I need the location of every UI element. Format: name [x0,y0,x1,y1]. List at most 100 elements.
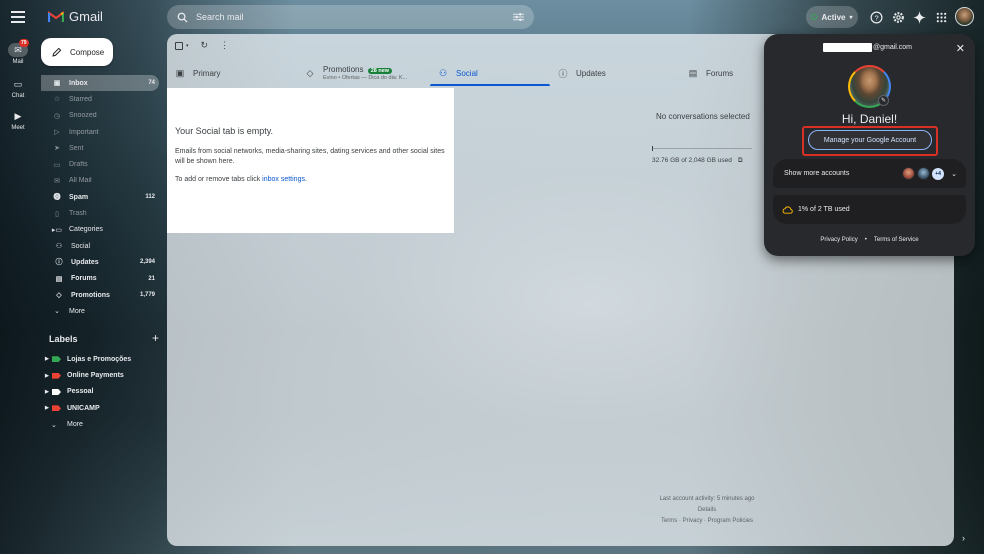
terms-link[interactable]: Terms [661,518,677,524]
help-icon[interactable]: ? [868,9,884,25]
sidebar-item-snoozed[interactable]: ◷ Snoozed [41,108,159,124]
sidebar-item-label: Forums [71,275,97,283]
label-item-unicamp[interactable]: ▶ UNICAMP [41,400,159,416]
expand-arrow-icon[interactable]: ▶ [45,373,52,379]
edit-photo-icon[interactable]: ✎ [878,95,889,106]
rail-chat[interactable]: ▭ Chat [0,77,36,100]
sidebar-item-label: Snoozed [69,112,97,120]
privacy-policy-link[interactable]: Privacy Policy [820,237,857,243]
tab-primary[interactable]: ▣ Primary [167,60,297,86]
sidebar-item-label: Promotions [71,291,110,299]
privacy-link[interactable]: Privacy [683,518,703,524]
main-menu-icon[interactable] [11,11,25,23]
labels-more-label: More [67,421,83,429]
sidebar-item-label: All Mail [69,177,92,185]
account-popup: @gmail.com ✕ ✎ Hi, Daniel! Manage your G… [764,34,975,256]
account-avatar [917,167,931,180]
separator-dot: • [864,237,867,243]
label-item-pessoal[interactable]: ▶ Pessoal [41,384,159,400]
sidebar-item-label: Updates [71,258,99,266]
settings-gear-icon[interactable] [890,9,906,25]
rail-meet-label: Meet [11,125,25,131]
draft-icon: ▭ [53,161,61,169]
sidebar-item-important[interactable]: ▷ Important [41,124,159,140]
status-selector[interactable]: Active ▾ [806,6,858,28]
rail-mail[interactable]: ✉ 79 Mail [0,39,36,65]
sidebar-item-promotions[interactable]: ◇ Promotions 1,779 [41,287,159,303]
tab-updates[interactable]: ⓘ Updates [550,60,680,86]
label-item-online-payments[interactable]: ▶ Online Payments [41,367,159,383]
compose-button[interactable]: Compose [41,38,113,66]
hint-text: To add or remove tabs click [175,176,263,183]
category-icon: ▸▭ [51,226,63,234]
inbox-icon: ▣ [53,80,61,88]
expand-arrow-icon[interactable]: ▶ [45,356,52,362]
manage-account-button[interactable]: Manage your Google Account [808,130,932,150]
more-vert-icon[interactable]: ⋮ [220,40,229,51]
sidebar-item-social[interactable]: ⚇ Social [41,238,159,254]
show-more-accounts[interactable]: Show more accounts +4 ⌄ [773,159,966,188]
promotions-preview: Evino • Ofertas — Dica do dia: K... [323,75,408,81]
side-panel-toggle-icon[interactable]: › [962,533,965,543]
expand-arrow-icon[interactable]: ▶ [45,389,52,395]
sidebar-item-sent[interactable]: ➤ Sent [41,140,159,156]
search-icon[interactable] [177,12,188,23]
sidebar-item-spam[interactable]: ⓿ Spam 112 [41,189,159,205]
checkbox-icon [175,41,183,50]
inbox-icon: ▣ [175,67,185,78]
sidebar-item-forums[interactable]: ▤ Forums 21 [41,271,159,287]
account-avatars: +4 ⌄ [902,167,957,180]
rail-meet[interactable]: ▶ Meet [0,109,36,132]
program-policies-link[interactable]: Program Policies [708,518,753,524]
status-dot-icon [811,14,818,20]
people-icon: ⚇ [438,67,448,78]
list-toolbar: ▾ ↻ ⋮ [175,40,229,51]
expand-arrow-icon[interactable]: ▶ [45,405,52,411]
empty-body: Emails from social networks, media-shari… [175,148,445,165]
close-icon[interactable]: ✕ [956,42,965,55]
star-icon: ☆ [53,96,61,104]
email-suffix: @gmail.com [873,44,913,51]
mail-icon: ✉ [54,177,60,185]
sidebar-item-trash[interactable]: ▯ Trash [41,205,159,221]
forum-icon: ▤ [688,67,698,78]
open-in-new-icon[interactable]: ⧉ [738,157,743,165]
unread-count: 1,779 [139,292,155,298]
gemini-sparkle-icon[interactable] [911,9,927,25]
unread-count: 2,394 [139,259,155,266]
sidebar-item-categories[interactable]: ▸▭ Categories [41,222,159,238]
search-options-icon[interactable] [513,12,524,22]
details-link[interactable]: Details [698,507,716,513]
select-all-checkbox[interactable]: ▾ [175,41,189,50]
sidebar-item-label: Starred [69,95,92,103]
labels-more[interactable]: ⌄ More [41,417,159,433]
sidebar-item-more[interactable]: ⌄ More [41,303,159,319]
mail-unread-badge: 79 [19,39,29,47]
sidebar-item-drafts[interactable]: ▭ Drafts [41,156,159,172]
label-item-lojas[interactable]: ▶ Lojas e Promoções [41,351,159,367]
tab-social[interactable]: ⚇ Social [430,60,550,86]
spam-icon: ⓿ [53,194,61,202]
sidebar-item-inbox[interactable]: ▣ Inbox 74 [41,75,159,92]
add-label-icon[interactable]: + [152,332,159,344]
inbox-settings-link[interactable]: inbox settings [262,176,305,183]
refresh-icon[interactable]: ↻ [201,40,209,51]
sidebar-item-updates[interactable]: ⓘ Updates 2,394 [41,254,159,270]
sidebar-item-starred[interactable]: ☆ Starred [41,91,159,107]
storage-usage: 32.76 GB of 2,048 GB used [652,157,732,164]
sidebar-item-label: Important [69,128,99,136]
gmail-logo[interactable]: Gmail [48,9,103,24]
sidebar-item-all-mail[interactable]: ✉ All Mail [41,173,159,189]
apps-grid-icon[interactable] [933,9,949,25]
unread-count: 112 [145,194,155,201]
tab-label: Forums [706,68,734,78]
search-input[interactable] [196,12,505,22]
trash-icon: ▯ [55,210,59,218]
search-bar[interactable] [167,5,534,29]
terms-of-service-link[interactable]: Terms of Service [874,237,919,243]
tab-promotions[interactable]: ◇ Promotions 28 new Evino • Ofertas — Di… [297,60,430,86]
label-name: Online Payments [67,372,124,380]
account-avatar[interactable] [955,7,974,26]
storage-usage-row[interactable]: 1% of 2 TB used [773,195,966,224]
storage-info: 32.76 GB of 2,048 GB used ⧉ [652,157,743,165]
